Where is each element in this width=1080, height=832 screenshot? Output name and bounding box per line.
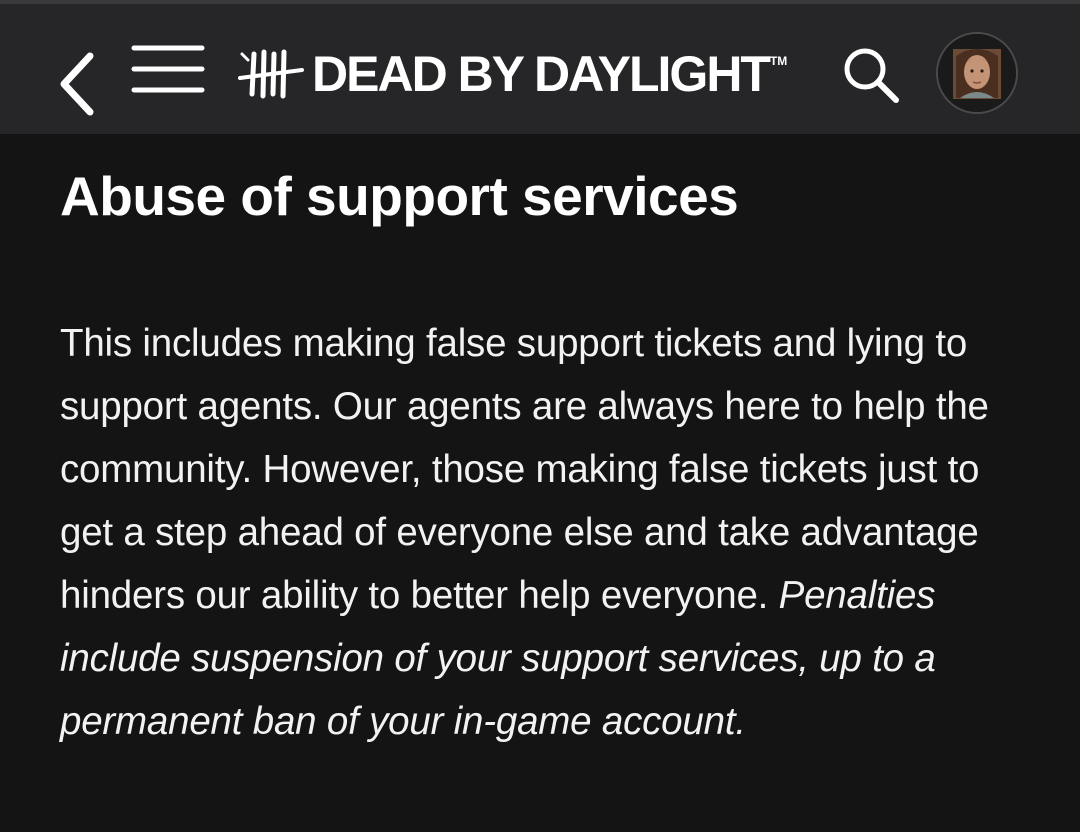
back-button[interactable] — [52, 44, 108, 124]
top-nav-bar: DEAD BY DAYLIGHT TM — [0, 4, 1080, 134]
avatar-portrait-icon — [938, 34, 1016, 112]
article-title: Abuse of support services — [60, 165, 739, 227]
article-body-text: This includes making false support ticke… — [60, 322, 989, 617]
trademark-mark: TM — [769, 54, 788, 68]
brand-name: DEAD BY DAYLIGHT — [312, 46, 771, 102]
user-avatar[interactable] — [936, 32, 1018, 114]
brand-logo[interactable]: DEAD BY DAYLIGHT TM — [238, 44, 787, 104]
article: Abuse of support services This includes … — [60, 134, 1040, 753]
menu-button[interactable] — [126, 42, 210, 102]
search-icon — [844, 48, 899, 103]
article-body: This includes making false support ticke… — [60, 312, 1040, 753]
search-button[interactable] — [838, 42, 904, 108]
tally-marks-logo-icon — [238, 49, 304, 99]
hamburger-menu-icon — [131, 45, 205, 93]
chevron-left-icon — [60, 52, 94, 116]
